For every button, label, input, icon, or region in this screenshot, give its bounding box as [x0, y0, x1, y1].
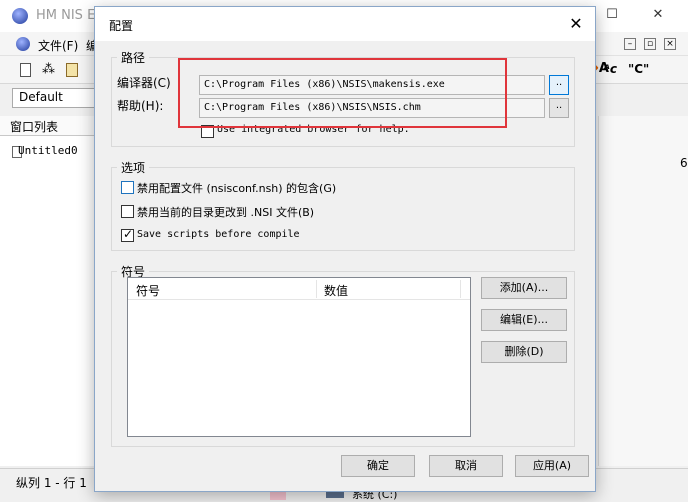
delete-symbol-button[interactable]: 删除(D)	[481, 341, 567, 363]
main-window-title: HM NIS E	[36, 8, 96, 23]
replace-glyph: ᴬc	[604, 62, 617, 76]
help-browse-button[interactable]: ..	[549, 98, 569, 118]
app-icon	[12, 8, 28, 24]
maximize-icon[interactable]: ☐	[602, 6, 622, 24]
option-checkbox-save-scripts[interactable]	[121, 227, 134, 242]
config-dialog: 配置 ✕ 路径 编译器(C) C:\Program Files (x86)\NS…	[94, 6, 596, 492]
mdi-close-icon[interactable]: ×	[664, 38, 676, 50]
column-header-symbol[interactable]: 符号	[136, 282, 160, 299]
status-text: 纵列 1 - 行 1	[16, 476, 87, 490]
option-checkbox-dir-change[interactable]	[121, 205, 134, 218]
option-label-dir-change: 禁用当前的目录更改到 .NSI 文件(B)	[137, 206, 315, 219]
column-header-value[interactable]: 数值	[324, 282, 348, 299]
menu-icon	[16, 37, 30, 51]
new-file-icon[interactable]	[20, 63, 31, 77]
cancel-button[interactable]: 取消	[429, 455, 503, 477]
help-label: 帮助(H):	[117, 99, 164, 113]
quote-icon[interactable]: "C"	[628, 62, 649, 76]
mdi-minimize-icon[interactable]: –	[624, 38, 636, 50]
replace-icon[interactable]: ᴬc	[604, 62, 617, 76]
symbol-list[interactable]: 符号 数值	[127, 277, 471, 437]
close-icon[interactable]: ✕	[648, 6, 668, 24]
options-caption: 选项	[117, 159, 150, 176]
option-checkbox-nsisconf[interactable]	[121, 181, 134, 194]
compiler-browse-button[interactable]: ..	[549, 75, 569, 95]
wizard-icon[interactable]: ⁂	[42, 62, 55, 77]
option-label-save-scripts: Save scripts before compile	[137, 229, 300, 240]
compiler-label: 编译器(C)	[117, 76, 171, 90]
output-pane	[598, 116, 688, 466]
window-list-item[interactable]: Untitled0	[18, 144, 98, 162]
window-list-panel	[0, 116, 98, 466]
dialog-titlebar	[95, 7, 595, 41]
open-file-icon[interactable]	[66, 63, 78, 77]
paths-caption: 路径	[117, 49, 150, 66]
dialog-close-icon[interactable]: ✕	[565, 13, 587, 35]
apply-button[interactable]: 应用(A)	[515, 455, 589, 477]
option-label-nsisconf: 禁用配置文件 (nsisconf.nsh) 的包含(G)	[137, 182, 337, 195]
column-divider	[316, 280, 317, 298]
window-list-title: 窗口列表	[0, 116, 98, 136]
edit-symbol-button[interactable]: 编辑(E)...	[481, 309, 567, 331]
style-combo[interactable]: Default	[12, 88, 96, 108]
ok-button[interactable]: 确定	[341, 455, 415, 477]
column-divider	[460, 280, 461, 298]
mdi-restore-icon[interactable]: ▫	[644, 38, 656, 50]
dialog-title: 配置	[109, 19, 134, 33]
menu-file[interactable]: 文件(F)	[38, 37, 78, 54]
add-symbol-button[interactable]: 添加(A)...	[481, 277, 567, 299]
mdi-controls[interactable]: – ▫ ×	[624, 38, 680, 52]
right-pane-fragment: 6	[680, 156, 688, 170]
highlight-box	[178, 58, 507, 128]
symbol-list-header	[128, 278, 470, 300]
